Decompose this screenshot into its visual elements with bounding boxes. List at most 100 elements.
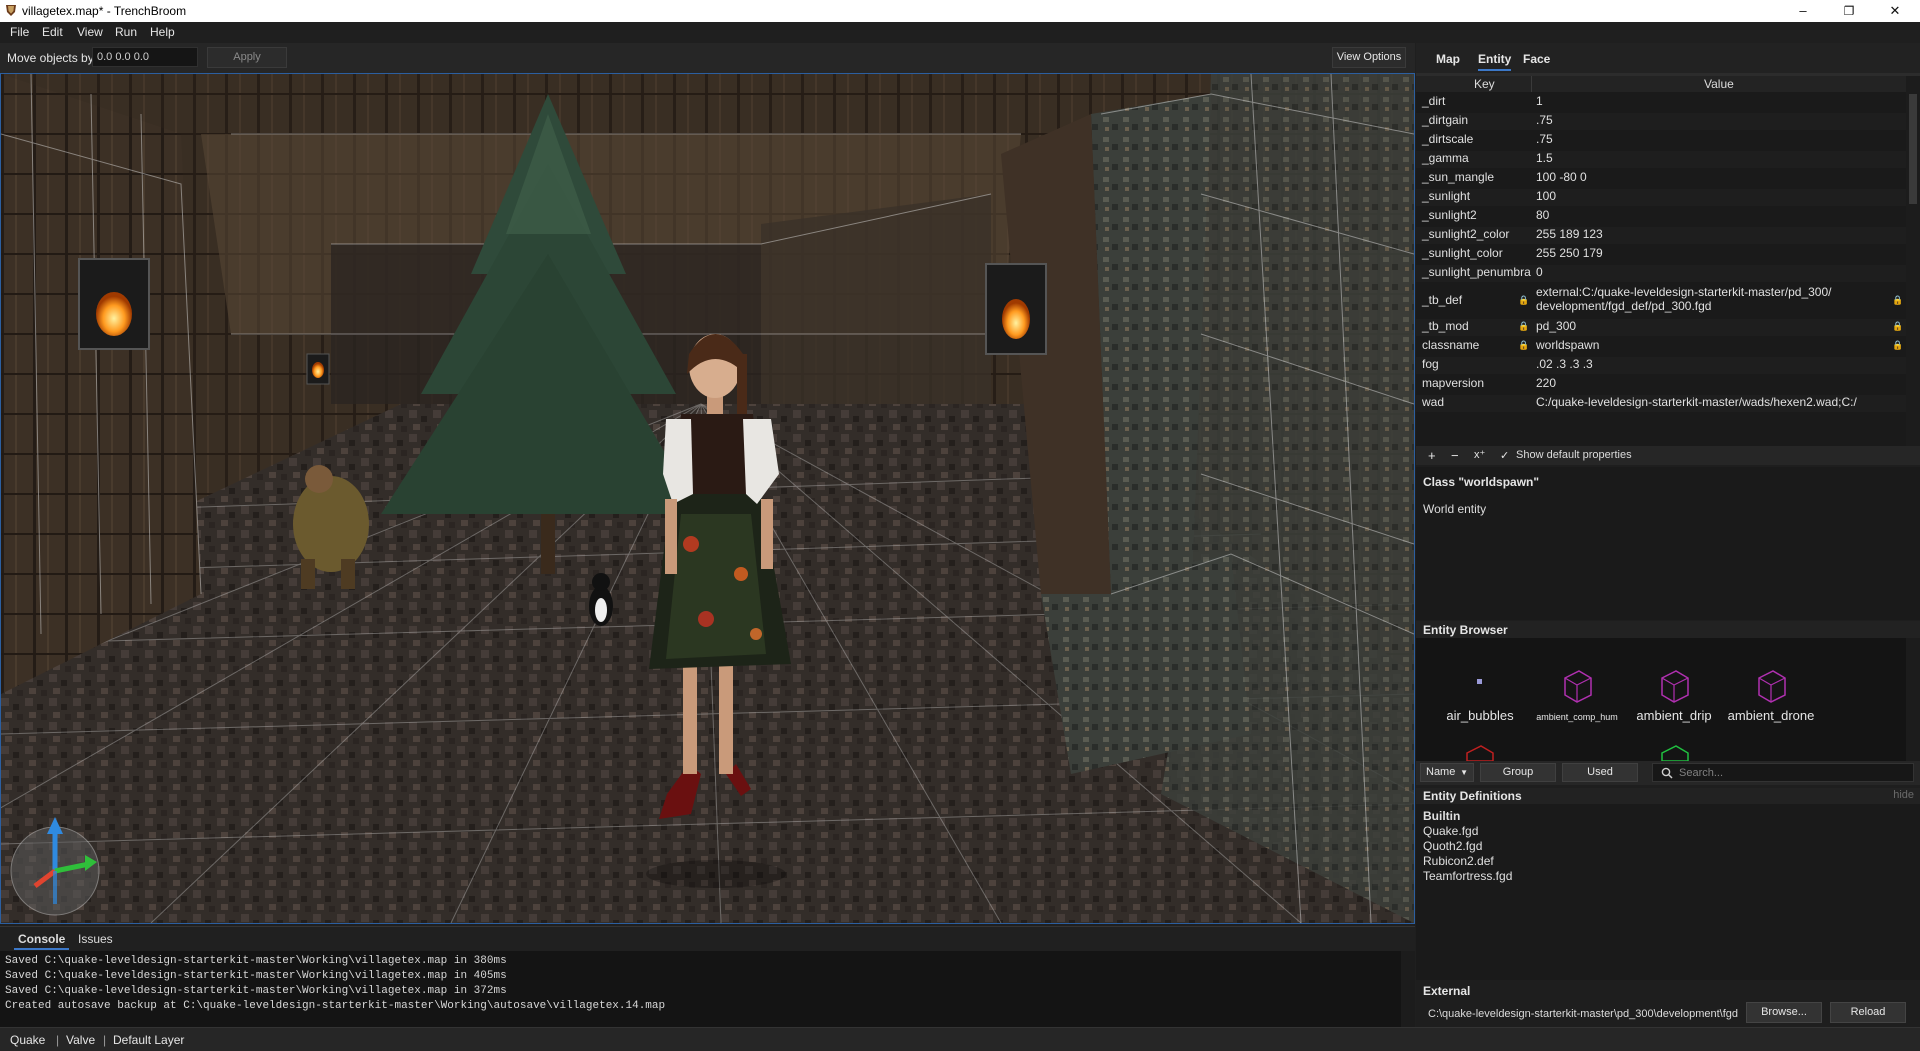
move-offset-input[interactable]: 0.0 0.0 0.0 <box>92 47 198 67</box>
table-row[interactable]: fog .02 .3 .3 .3 <box>1416 357 1906 374</box>
move-objects-label: Move objects by <box>7 51 94 65</box>
menu-file[interactable]: File <box>10 25 29 39</box>
property-value[interactable]: pd_300 <box>1536 319 1881 333</box>
browse-button[interactable]: Browse... <box>1746 1002 1822 1023</box>
column-divider <box>1531 76 1532 92</box>
console-line: Created autosave backup at C:\quake-leve… <box>5 1000 666 1012</box>
scrollbar-thumb[interactable] <box>1909 94 1917 204</box>
show-default-checkbox[interactable]: ✓ <box>1500 449 1512 462</box>
sort-dropdown-icon: ▼ <box>1460 768 1468 777</box>
external-path: C:\quake-leveldesign-starterkit-master\p… <box>1428 1008 1738 1020</box>
table-row[interactable]: _dirt 1 <box>1416 94 1906 111</box>
property-value[interactable]: 80 <box>1536 208 1881 222</box>
property-key: _sunlight_penumbra <box>1422 265 1531 279</box>
entity-definitions-title: Entity Definitions <box>1423 789 1522 803</box>
title-bar: villagetex.map* - TrenchBroom – ❐ ✕ <box>0 0 1920 22</box>
property-value[interactable]: 220 <box>1536 376 1881 390</box>
property-key: _gamma <box>1422 151 1469 165</box>
used-button[interactable]: Used <box>1562 763 1638 782</box>
menu-run[interactable]: Run <box>115 25 137 39</box>
wireframe-box-icon <box>1758 670 1786 703</box>
console-line: Saved C:\quake-leveldesign-starterkit-ma… <box>5 985 507 997</box>
table-row[interactable]: _sun_mangle 100 -80 0 <box>1416 170 1906 187</box>
table-row[interactable]: _sunlight 100 <box>1416 189 1906 206</box>
property-key: fog <box>1422 357 1439 371</box>
3d-viewport[interactable] <box>0 73 1415 924</box>
add-property-button[interactable]: + <box>1428 448 1436 463</box>
property-value[interactable]: 0 <box>1536 265 1881 279</box>
table-row[interactable]: wad C:/quake-leveldesign-starterkit-mast… <box>1416 395 1906 412</box>
group-button[interactable]: Group <box>1480 763 1556 782</box>
table-row[interactable]: _gamma 1.5 <box>1416 151 1906 168</box>
list-item[interactable]: Quake.fgd <box>1423 824 1478 838</box>
property-key: _sunlight_color <box>1422 246 1503 260</box>
property-value[interactable]: 255 189 123 <box>1536 227 1881 241</box>
property-value[interactable]: C:/quake-leveldesign-starterkit-master/w… <box>1536 395 1881 409</box>
table-row[interactable]: classname 🔒 worldspawn 🔒 <box>1416 338 1906 355</box>
sort-dropdown[interactable]: Name ▼ <box>1420 763 1474 782</box>
maximize-button[interactable]: ❐ <box>1826 0 1872 22</box>
property-scrollbar[interactable] <box>1906 76 1920 446</box>
property-value[interactable]: 255 250 179 <box>1536 246 1881 260</box>
entity-search-input[interactable]: Search... <box>1652 763 1914 782</box>
property-key: _tb_def <box>1422 293 1463 307</box>
search-icon <box>1661 767 1673 779</box>
tab-map[interactable]: Map <box>1436 52 1460 66</box>
property-value[interactable]: 100 <box>1536 189 1881 203</box>
list-item[interactable]: Rubicon2.def <box>1423 854 1494 868</box>
close-button[interactable]: ✕ <box>1872 0 1918 22</box>
menu-help[interactable]: Help <box>150 25 175 39</box>
hide-link[interactable]: hide <box>1893 789 1914 801</box>
clear-property-button[interactable]: x⁺ <box>1474 448 1485 461</box>
entity-browser-scrollbar[interactable] <box>1906 638 1920 761</box>
table-row[interactable]: _sunlight2_color 255 189 123 <box>1416 227 1906 244</box>
property-value[interactable]: 1.5 <box>1536 151 1881 165</box>
table-row[interactable]: mapversion 220 <box>1416 376 1906 393</box>
property-value[interactable]: 100 -80 0 <box>1536 170 1881 184</box>
tab-console[interactable]: Console <box>14 932 70 950</box>
tab-face[interactable]: Face <box>1523 52 1550 66</box>
tab-issues[interactable]: Issues <box>78 932 113 946</box>
list-item[interactable]: Builtin <box>1423 809 1460 823</box>
property-value[interactable]: worldspawn <box>1536 338 1881 352</box>
app-logo-icon <box>6 5 16 16</box>
inspector-tabs: Map Entity Face <box>1416 43 1920 73</box>
property-value[interactable]: external:C:/quake-leveldesign-starterkit… <box>1536 285 1881 313</box>
property-key: _dirtgain <box>1422 113 1469 127</box>
apply-button[interactable]: Apply <box>207 47 287 68</box>
menu-bar: File Edit View Run Help <box>0 22 1920 43</box>
table-row[interactable]: _sunlight_color 255 250 179 <box>1416 246 1906 263</box>
entity-definitions-list[interactable]: Builtin Quake.fgd Quoth2.fgd Rubicon2.de… <box>1416 804 1920 980</box>
property-value[interactable]: .75 <box>1536 132 1881 146</box>
property-table[interactable]: _dirt 1 _dirtgain .75 _dirtscale .75 _ga… <box>1416 92 1906 446</box>
property-value[interactable]: .75 <box>1536 113 1881 127</box>
entity-label: ambient_drone <box>1727 708 1815 723</box>
reload-button[interactable]: Reload <box>1830 1002 1906 1023</box>
table-row[interactable]: _tb_mod 🔒 pd_300 🔒 <box>1416 319 1906 336</box>
table-row[interactable]: _sunlight_penumbra 0 <box>1416 265 1906 282</box>
column-value[interactable]: Value <box>1704 77 1734 91</box>
sort-label: Name <box>1426 766 1456 778</box>
table-row[interactable]: _tb_def 🔒 external:C:/quake-leveldesign-… <box>1416 285 1906 317</box>
console-scrollbar[interactable] <box>1401 951 1415 1027</box>
minimize-button[interactable]: – <box>1780 0 1826 22</box>
table-row[interactable]: _sunlight2 80 <box>1416 208 1906 225</box>
view-options-button[interactable]: View Options <box>1332 47 1406 68</box>
show-default-label: Show default properties <box>1516 449 1632 461</box>
property-value[interactable]: .02 .3 .3 .3 <box>1536 357 1881 371</box>
remove-property-button[interactable]: − <box>1451 448 1459 463</box>
list-item[interactable]: Teamfortress.fgd <box>1423 869 1512 883</box>
column-key[interactable]: Key <box>1474 77 1495 91</box>
search-placeholder: Search... <box>1679 767 1724 779</box>
table-row[interactable]: _dirtscale .75 <box>1416 132 1906 149</box>
console-line: Saved C:\quake-leveldesign-starterkit-ma… <box>5 970 507 982</box>
tab-entity[interactable]: Entity <box>1478 52 1512 71</box>
entity-browser-grid[interactable]: air_bubbles ambient_comp_hum ambient_dri… <box>1416 638 1906 761</box>
list-item[interactable]: Quoth2.fgd <box>1423 839 1482 853</box>
menu-edit[interactable]: Edit <box>42 25 63 39</box>
table-row[interactable]: _dirtgain .75 <box>1416 113 1906 130</box>
property-value[interactable]: 1 <box>1536 94 1881 108</box>
menu-view[interactable]: View <box>77 25 103 39</box>
entity-browser-toolbar: Name ▼ Group Used Search... <box>1416 761 1920 785</box>
console-output[interactable]: Saved C:\quake-leveldesign-starterkit-ma… <box>0 951 1415 1027</box>
